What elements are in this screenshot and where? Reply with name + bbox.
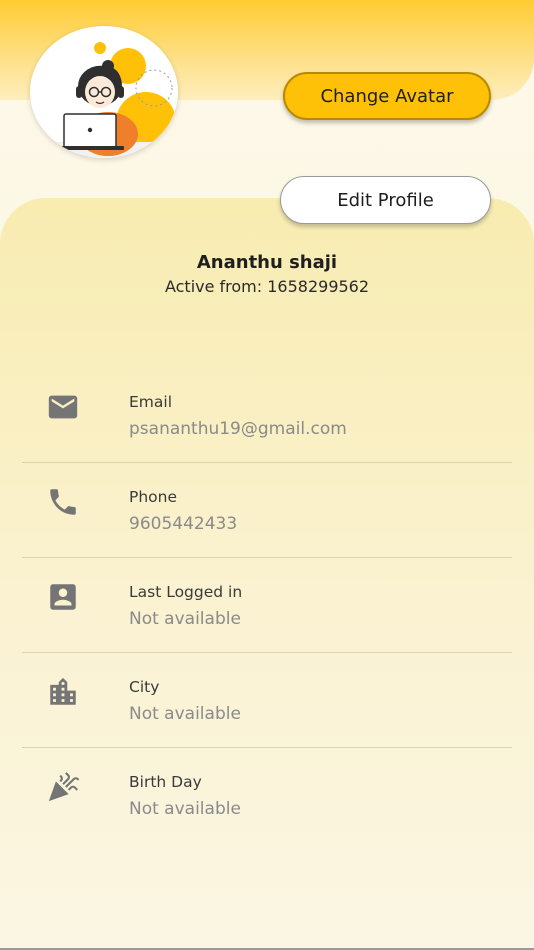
edit-profile-button[interactable]: Edit Profile [280,176,491,224]
change-avatar-button[interactable]: Change Avatar [283,72,491,120]
detail-value: 9605442433 [129,514,238,534]
detail-label: Birth Day [129,773,202,791]
detail-row-last-logged-in: Last Logged in Not available [22,558,512,653]
detail-label: Phone [129,488,178,506]
user-name: Ananthu shaji [196,252,338,273]
detail-label: City [129,678,160,696]
detail-row-email: Email psananthu19@gmail.com [22,368,512,463]
avatar-illustration [30,42,178,158]
detail-label: Last Logged in [129,583,243,601]
city-building-icon [46,675,80,709]
detail-row-birth-day: Birth Day Not available [22,748,512,842]
email-icon [46,390,80,424]
detail-value: Not available [129,799,241,819]
detail-row-phone: Phone 9605442433 [22,463,512,558]
avatar [30,26,178,158]
profile-details-list: Email psananthu19@gmail.com Phone 960544… [22,368,512,842]
contact-card-icon [46,580,80,614]
phone-icon [46,485,80,519]
party-popper-icon [46,770,80,804]
detail-row-city: City Not available [22,653,512,748]
profile-screen: Change Avatar Edit Profile Ananthu shaji… [0,0,534,950]
detail-label: Email [129,393,173,411]
detail-value: psananthu19@gmail.com [129,419,347,439]
active-from-text: Active from: 1658299562 [164,277,370,296]
detail-value: Not available [129,704,241,724]
detail-value: Not available [129,609,241,629]
